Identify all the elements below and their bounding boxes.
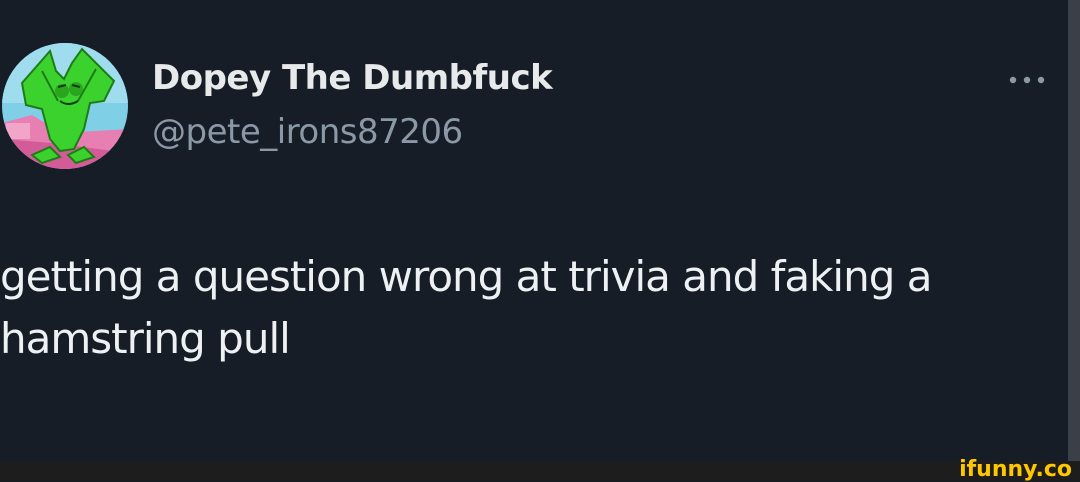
tweet-card: Dopey The Dumbfuck @pete_irons87206 gett… <box>0 0 1070 461</box>
scrollbar[interactable] <box>1068 0 1080 461</box>
ellipsis-glyph <box>1009 76 1045 84</box>
tweet-text: getting a question wrong at trivia and f… <box>0 252 932 363</box>
ellipsis-icon[interactable] <box>1005 70 1049 90</box>
user-handle[interactable]: @pete_irons87206 <box>152 112 463 152</box>
display-name[interactable]: Dopey The Dumbfuck <box>152 58 553 98</box>
avatar-image <box>2 43 128 169</box>
avatar[interactable] <box>2 43 128 169</box>
watermark-logo: ifunny.co <box>959 457 1072 482</box>
watermark-bar: ifunny.co <box>0 457 1080 482</box>
